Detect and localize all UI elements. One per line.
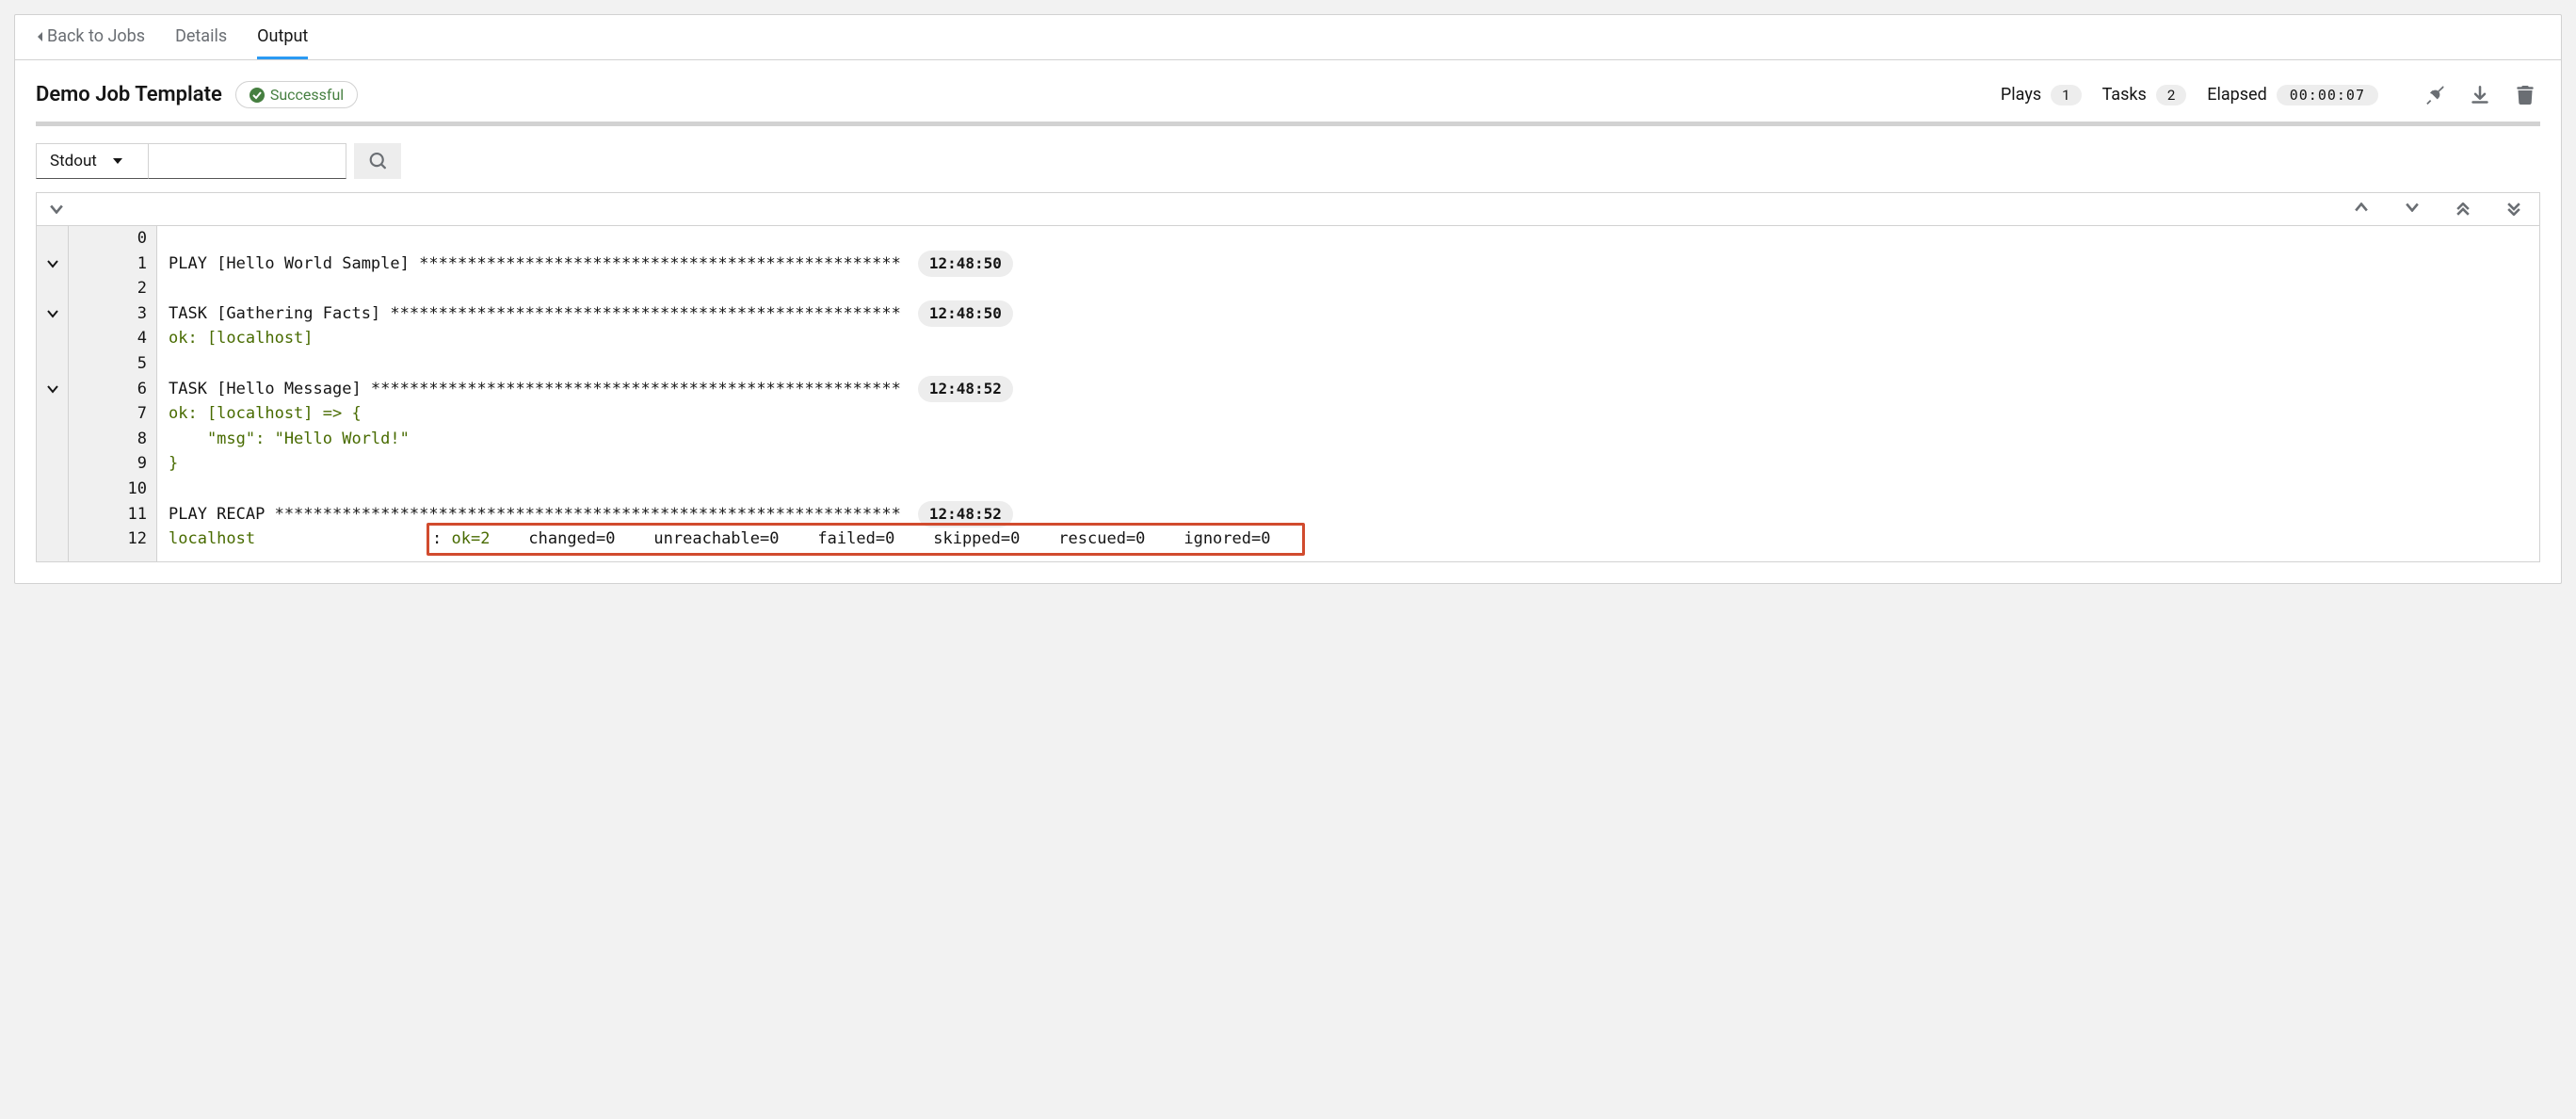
collapse-all-toggle[interactable] bbox=[50, 204, 63, 214]
divider bbox=[36, 122, 2540, 126]
plays-stat: Plays 1 bbox=[2001, 85, 2082, 105]
line-number: 2 bbox=[69, 276, 156, 301]
line-number-gutter: 0123456789101112 bbox=[69, 226, 157, 561]
output-line bbox=[157, 351, 2539, 377]
line-number: 11 bbox=[69, 502, 156, 527]
tab-output[interactable]: Output bbox=[257, 26, 308, 59]
scroll-bottom-button[interactable] bbox=[2507, 203, 2520, 216]
chevron-down-icon[interactable] bbox=[47, 383, 58, 395]
output-line: PLAY [Hello World Sample] **************… bbox=[157, 251, 2539, 277]
search-button[interactable] bbox=[354, 143, 401, 179]
line-number: 12 bbox=[69, 527, 156, 552]
line-number: 0 bbox=[69, 226, 156, 251]
line-number: 4 bbox=[69, 326, 156, 351]
collapse-gutter bbox=[37, 226, 69, 561]
elapsed-value: 00:00:07 bbox=[2277, 85, 2378, 105]
line-number: 6 bbox=[69, 377, 156, 402]
page-title: Demo Job Template bbox=[36, 83, 222, 106]
line-number: 10 bbox=[69, 477, 156, 502]
output-line bbox=[157, 477, 2539, 502]
download-button[interactable] bbox=[2471, 86, 2489, 105]
scroll-top-button[interactable] bbox=[2456, 203, 2470, 216]
relaunch-button[interactable] bbox=[2425, 86, 2444, 105]
plays-label: Plays bbox=[2001, 85, 2041, 105]
output-line bbox=[157, 276, 2539, 301]
output-line: ok: [localhost] bbox=[157, 326, 2539, 351]
status-text: Successful bbox=[270, 86, 344, 104]
output-line: TASK [Gathering Facts] *****************… bbox=[157, 301, 2539, 327]
check-circle-icon bbox=[250, 88, 265, 103]
output-line: TASK [Hello Message] *******************… bbox=[157, 377, 2539, 402]
line-number: 1 bbox=[69, 251, 156, 277]
plays-count: 1 bbox=[2051, 85, 2081, 105]
filter-select[interactable]: Stdout bbox=[36, 143, 149, 179]
back-to-jobs-link[interactable]: Back to Jobs bbox=[36, 26, 145, 59]
line-number: 5 bbox=[69, 351, 156, 377]
timestamp-pill: 12:48:52 bbox=[918, 376, 1013, 403]
back-label: Back to Jobs bbox=[47, 26, 145, 46]
filter-label: Stdout bbox=[50, 152, 97, 170]
line-number: 9 bbox=[69, 451, 156, 477]
output-panel: 0123456789101112 PLAY [Hello World Sampl… bbox=[36, 192, 2540, 562]
search-icon bbox=[369, 153, 386, 170]
tasks-stat: Tasks 2 bbox=[2102, 85, 2187, 105]
search-row: Stdout bbox=[15, 143, 2561, 192]
chevron-down-icon[interactable] bbox=[47, 258, 58, 269]
elapsed-label: Elapsed bbox=[2207, 85, 2267, 105]
status-badge: Successful bbox=[235, 81, 358, 108]
panel-header bbox=[37, 193, 2539, 226]
timestamp-pill: 12:48:52 bbox=[918, 501, 1013, 528]
tab-details[interactable]: Details bbox=[175, 26, 227, 59]
output-line: } bbox=[157, 451, 2539, 477]
elapsed-stat: Elapsed 00:00:07 bbox=[2207, 85, 2378, 105]
timestamp-pill: 12:48:50 bbox=[918, 251, 1013, 278]
job-output-page: Back to Jobs Details Output Demo Job Tem… bbox=[14, 14, 2562, 584]
tasks-label: Tasks bbox=[2102, 85, 2147, 105]
line-number: 3 bbox=[69, 301, 156, 327]
delete-button[interactable] bbox=[2516, 86, 2535, 105]
line-number: 8 bbox=[69, 427, 156, 452]
output-line: localhost: ok=2 changed=0 unreachable=0 … bbox=[157, 527, 2539, 552]
code-area: PLAY [Hello World Sample] **************… bbox=[157, 226, 2539, 561]
top-nav: Back to Jobs Details Output bbox=[15, 15, 2561, 60]
output-line: ok: [localhost] => { bbox=[157, 401, 2539, 427]
tasks-count: 2 bbox=[2156, 85, 2186, 105]
output-line: PLAY RECAP *****************************… bbox=[157, 502, 2539, 527]
output-body: 0123456789101112 PLAY [Hello World Sampl… bbox=[37, 226, 2539, 561]
chevron-down-icon[interactable] bbox=[47, 308, 58, 319]
chevron-left-icon bbox=[36, 31, 43, 42]
header-row: Demo Job Template Successful Plays 1 Tas… bbox=[15, 60, 2561, 122]
scroll-down-button[interactable] bbox=[2406, 203, 2419, 216]
output-line: "msg": "Hello World!" bbox=[157, 427, 2539, 452]
line-number: 7 bbox=[69, 401, 156, 427]
output-line bbox=[157, 226, 2539, 251]
caret-down-icon bbox=[112, 157, 123, 165]
timestamp-pill: 12:48:50 bbox=[918, 300, 1013, 328]
search-input[interactable] bbox=[149, 143, 346, 179]
scroll-up-button[interactable] bbox=[2355, 203, 2368, 216]
